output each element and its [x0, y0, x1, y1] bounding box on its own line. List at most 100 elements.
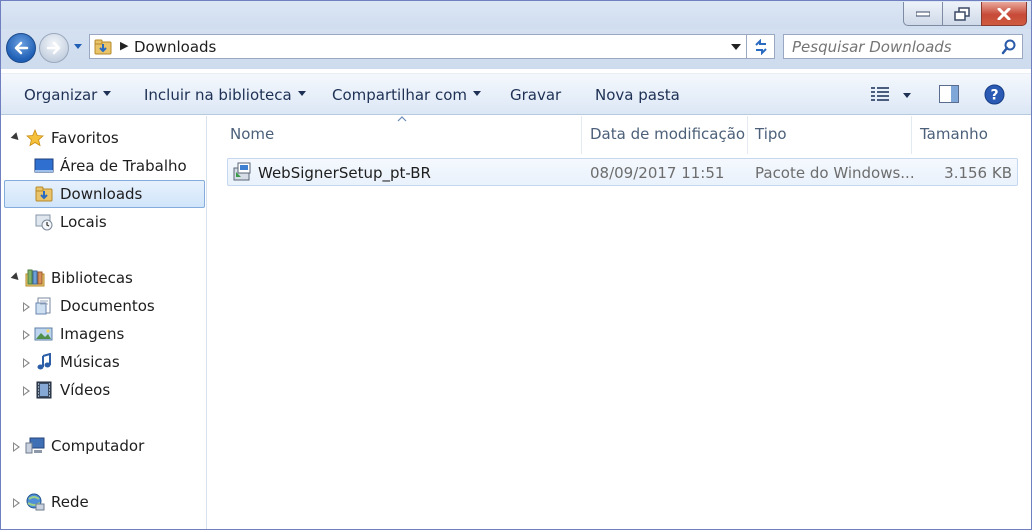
network-icon — [25, 492, 45, 512]
recent-pages-dropdown-icon[interactable] — [73, 43, 83, 51]
sidebar-item-imagens[interactable]: Imagens — [34, 321, 124, 347]
command-bar: Organizar Incluir na biblioteca Comparti… — [1, 73, 1031, 115]
libraries-icon — [25, 268, 45, 288]
refresh-icon — [754, 38, 767, 55]
sidebar-item-favoritos[interactable]: Favoritos — [25, 125, 119, 151]
sidebar-item-label: Documentos — [60, 297, 155, 315]
sidebar-item-computador[interactable]: Computador — [25, 433, 144, 459]
star-icon — [25, 128, 45, 148]
organize-label: Organizar — [24, 86, 98, 104]
organize-button[interactable]: Organizar — [24, 86, 112, 104]
restore-button[interactable] — [942, 2, 982, 26]
minimize-button[interactable] — [903, 2, 943, 26]
navigation-pane: Favoritos Área de Trabalho Downloads Loc… — [1, 116, 207, 529]
sidebar-item-label: Bibliotecas — [51, 269, 133, 287]
expand-network-icon[interactable] — [13, 498, 21, 508]
minimize-icon — [916, 11, 930, 16]
search-icon[interactable] — [1001, 39, 1017, 55]
chevron-down-icon — [473, 91, 482, 96]
sidebar-item-downloads[interactable]: Downloads — [34, 181, 142, 207]
expand-videos-icon[interactable] — [23, 386, 31, 396]
desktop-icon — [34, 156, 54, 176]
sidebar-item-label: Downloads — [60, 185, 143, 203]
documents-icon — [34, 296, 54, 316]
computer-icon — [25, 436, 45, 456]
sort-ascending-icon — [397, 116, 407, 122]
search-box[interactable] — [783, 34, 1023, 59]
sidebar-item-label: Vídeos — [60, 381, 111, 399]
include-in-library-button[interactable]: Incluir na biblioteca — [144, 86, 306, 104]
burn-button[interactable]: Gravar — [510, 86, 561, 104]
music-icon — [34, 352, 54, 372]
column-header-name[interactable]: Nome — [230, 125, 274, 143]
arrow-left-icon — [14, 41, 29, 55]
address-dropdown-icon[interactable] — [731, 44, 741, 51]
breadcrumb-separator-icon[interactable]: ▶ — [120, 39, 128, 52]
file-date: 08/09/2017 11:51 — [590, 164, 725, 182]
file-list: Nome Data de modificação Tipo Tamanho We… — [208, 116, 1031, 529]
arrow-right-icon — [46, 41, 61, 55]
chevron-down-icon — [103, 91, 112, 96]
sidebar-item-label: Rede — [51, 493, 89, 511]
window-controls — [903, 2, 1027, 26]
new-folder-button[interactable]: Nova pasta — [595, 86, 680, 104]
expand-computer-icon[interactable] — [13, 442, 21, 452]
address-bar[interactable]: ▶ Downloads — [89, 34, 747, 59]
recent-places-icon — [34, 212, 54, 232]
restore-icon — [954, 6, 970, 21]
column-header-size[interactable]: Tamanho — [920, 125, 988, 143]
explorer-window: ▶ Downloads Organizar Incluir na bibliot… — [0, 0, 1032, 530]
sidebar-item-locais[interactable]: Locais — [34, 209, 107, 235]
pictures-icon — [34, 324, 54, 344]
expand-documents-icon[interactable] — [23, 302, 31, 312]
sidebar-item-musicas[interactable]: Músicas — [34, 349, 120, 375]
column-header-type[interactable]: Tipo — [755, 125, 787, 143]
search-input[interactable] — [792, 38, 992, 56]
view-dropdown-icon[interactable] — [903, 93, 911, 98]
expand-favorites-icon[interactable] — [10, 132, 22, 143]
burn-label: Gravar — [510, 86, 562, 104]
chevron-down-icon — [297, 91, 306, 96]
sidebar-item-area-de-trabalho[interactable]: Área de Trabalho — [34, 153, 187, 179]
sidebar-item-documentos[interactable]: Documentos — [34, 293, 155, 319]
file-type: Pacote do Windows... — [755, 164, 915, 182]
sidebar-item-label: Locais — [60, 213, 107, 231]
videos-icon — [34, 380, 54, 400]
downloads-folder-icon — [34, 184, 54, 204]
msi-installer-icon — [233, 162, 251, 181]
file-name: WebSignerSetup_pt-BR — [258, 164, 431, 182]
expand-libraries-icon[interactable] — [10, 272, 22, 283]
close-button[interactable] — [981, 2, 1027, 26]
sidebar-item-label: Músicas — [60, 353, 120, 371]
sidebar-item-label: Imagens — [60, 325, 125, 343]
back-button[interactable] — [6, 33, 36, 63]
forward-button[interactable] — [39, 33, 69, 63]
column-divider[interactable] — [747, 116, 748, 154]
share-with-button[interactable]: Compartilhar com — [332, 86, 482, 104]
new-folder-label: Nova pasta — [595, 86, 680, 104]
sidebar-item-videos[interactable]: Vídeos — [34, 377, 110, 403]
help-icon[interactable]: ? — [984, 84, 1005, 105]
sidebar-item-label: Computador — [51, 437, 145, 455]
sidebar-item-rede[interactable]: Rede — [25, 489, 89, 515]
column-header-date[interactable]: Data de modificação — [590, 125, 745, 143]
column-divider[interactable] — [911, 116, 912, 154]
close-icon — [997, 7, 1011, 20]
svg-text:?: ? — [990, 88, 998, 104]
include-in-library-label: Incluir na biblioteca — [144, 86, 292, 104]
sidebar-item-label: Área de Trabalho — [60, 157, 187, 175]
breadcrumb-downloads[interactable]: Downloads — [134, 38, 216, 56]
file-size: 3.156 KB — [944, 164, 1012, 182]
column-divider[interactable] — [581, 116, 582, 154]
share-with-label: Compartilhar com — [332, 86, 468, 104]
sidebar-item-bibliotecas[interactable]: Bibliotecas — [25, 265, 133, 291]
table-row[interactable]: WebSignerSetup_pt-BR 08/09/2017 11:51 Pa… — [227, 158, 1018, 186]
sidebar-item-label: Favoritos — [51, 129, 119, 147]
refresh-button[interactable] — [747, 34, 775, 59]
view-options-icon[interactable] — [871, 86, 891, 102]
address-row: ▶ Downloads — [1, 29, 1031, 69]
expand-music-icon[interactable] — [23, 358, 31, 368]
expand-pictures-icon[interactable] — [23, 330, 31, 340]
downloads-folder-icon — [94, 39, 112, 55]
preview-pane-icon[interactable] — [939, 85, 959, 103]
